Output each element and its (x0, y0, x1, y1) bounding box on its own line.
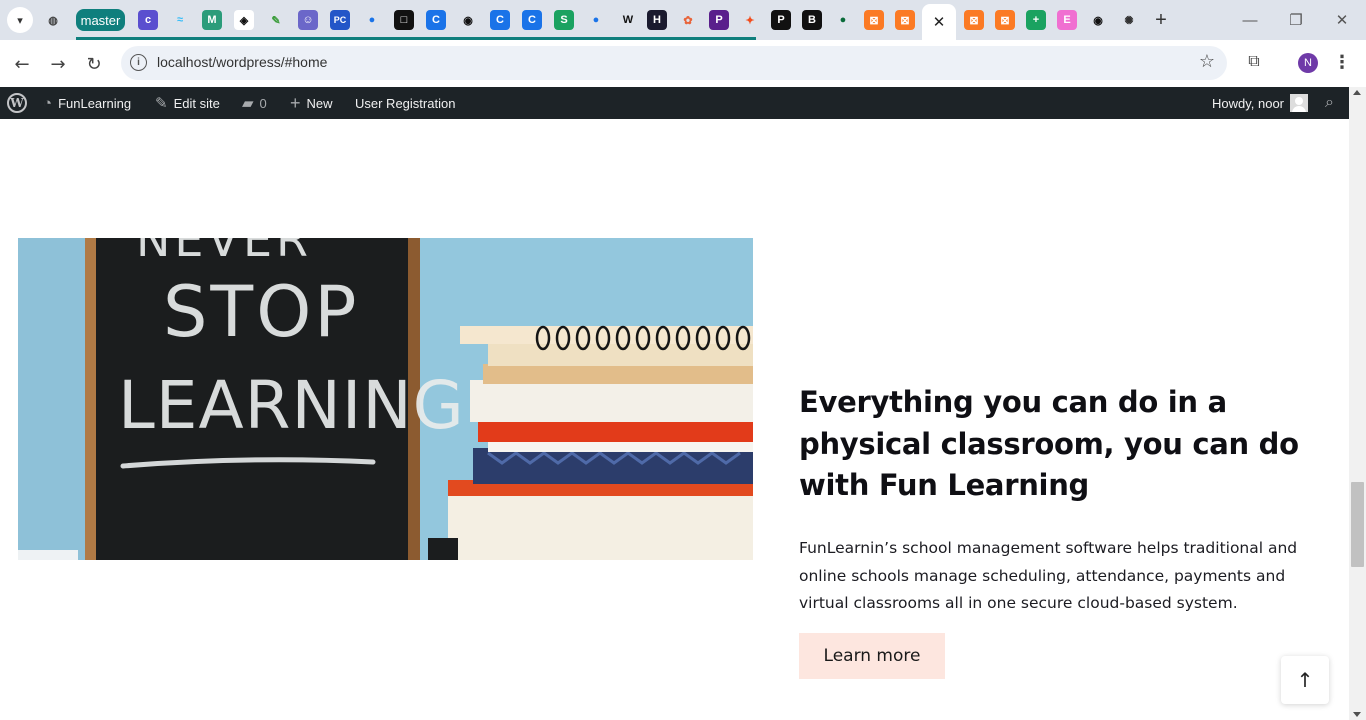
restore-icon[interactable]: ❐ (1284, 8, 1308, 32)
tab-search-chevron-icon[interactable]: ▾ (7, 7, 33, 33)
github-icon[interactable]: ◉ (458, 10, 478, 30)
openai-icon[interactable]: ✺ (1119, 10, 1139, 30)
new-label: New (306, 95, 333, 111)
sheets-icon[interactable]: + (1026, 10, 1046, 30)
scroll-to-top-arrow-icon[interactable]: ↑ (1281, 656, 1329, 704)
figma-icon[interactable]: ✦ (740, 10, 760, 30)
address-bar[interactable]: i localhost/wordpress/#home ☆ (121, 46, 1227, 80)
address-url[interactable]: localhost/wordpress/#home (157, 54, 327, 70)
comments-count: 0 (259, 95, 267, 111)
wikipedia-icon[interactable]: W (618, 10, 638, 30)
bookmark-star-icon[interactable]: ☆ (1199, 51, 1215, 72)
globe-icon[interactable]: ◍ (43, 10, 63, 30)
learn-more-button[interactable]: Learn more (799, 633, 945, 679)
bold-b-icon[interactable]: B (802, 10, 822, 30)
reload-icon[interactable]: ↻ (81, 51, 107, 77)
user-registration-label: User Registration (355, 95, 456, 111)
xampp-icon[interactable]: ⊠ (864, 10, 884, 30)
wp-comments[interactable]: ▰ 0 (242, 87, 267, 119)
vue-docs-icon[interactable]: M (202, 10, 222, 30)
comment-bubble-icon: ▰ (242, 95, 254, 112)
howdy-label: Howdy, noor (1212, 95, 1285, 111)
browser-toolbar: ← → ↻ i localhost/wordpress/#home ☆ (0, 40, 1366, 87)
brush-icon: ✎ (155, 95, 168, 112)
dashboard-gauge-icon: ◔ (43, 94, 53, 112)
blue-c-icon-3[interactable]: C (522, 10, 542, 30)
new-tab-plus-icon[interactable]: + (1150, 9, 1172, 31)
xampp-icon-3[interactable]: ⊠ (964, 10, 984, 30)
php-icon[interactable]: P (709, 10, 729, 30)
elementor-icon[interactable]: E (1057, 10, 1077, 30)
tailwind-icon[interactable]: ≈ (170, 10, 190, 30)
page-scrollbar[interactable] (1349, 87, 1366, 720)
blue-c-icon-2[interactable]: C (490, 10, 510, 30)
never-stop-learning-image: NEVER STOP LEARNING (18, 238, 753, 560)
section-description: FunLearnin’s school management software … (799, 539, 1298, 612)
blue-dot-icon[interactable]: ● (362, 10, 382, 30)
paypal-icon[interactable]: P (771, 10, 791, 30)
extensions-puzzle-icon[interactable]: ⧉ (1243, 50, 1265, 72)
wp-user-registration[interactable]: User Registration (355, 87, 455, 119)
wp-edit-site[interactable]: ✎ Edit site (155, 87, 220, 119)
codepen-icon[interactable]: ◈ (234, 10, 254, 30)
wp-site-name[interactable]: ◔ FunLearning (43, 87, 131, 119)
wp-admin-bar: W ◔ FunLearning ✎ Edit site ▰ 0 + New Us… (0, 87, 1349, 119)
edit-site-label: Edit site (173, 95, 220, 111)
active-tab-close-icon[interactable]: ✕ (922, 4, 956, 40)
github-icon-2[interactable]: ◉ (1088, 10, 1108, 30)
chalk-text-line-2: STOP (163, 271, 360, 353)
close-window-icon[interactable]: ✕ (1330, 8, 1354, 32)
scroll-up-arrow-icon[interactable] (1353, 90, 1361, 95)
browser-tab-strip: ▾ ◍ c ≈ M ◈ ✎ ☺ PC ● □ C ◉ C C S ● W H ✿ P ✦ P B ● ⊠ ⊠ ⊠ ⊠ + E ◉ ✺ mast… (0, 0, 1366, 40)
user-avatar (1290, 94, 1309, 112)
leaf-icon[interactable]: ✎ (266, 10, 286, 30)
tab-group-chip[interactable]: master (76, 9, 125, 31)
minimize-icon[interactable]: — (1238, 8, 1262, 32)
chalk-text-line-1: NEVER (136, 238, 312, 267)
section-heading: Everything you can do in a physical clas… (799, 385, 1299, 502)
xampp-icon-2[interactable]: ⊠ (895, 10, 915, 30)
xampp-icon-4[interactable]: ⊠ (995, 10, 1015, 30)
square-app-icon[interactable]: □ (394, 10, 414, 30)
wp-account-menu[interactable]: Howdy, noor (1212, 87, 1309, 119)
wp-search[interactable]: ⌕ (1325, 87, 1334, 119)
hero-illustration: NEVER STOP LEARNING (18, 238, 753, 560)
wordpress-logo-icon: W (7, 93, 27, 113)
scroll-down-arrow-icon[interactable] (1353, 712, 1361, 717)
bot-icon[interactable]: ● (833, 10, 853, 30)
forward-arrow-icon[interactable]: → (45, 51, 71, 77)
coolors-icon[interactable]: c (138, 10, 158, 30)
chalk-text-line-3: LEARNING (118, 367, 465, 444)
blue-dot-icon-2[interactable]: ● (586, 10, 606, 30)
site-info-icon[interactable]: i (130, 54, 147, 71)
mascot-icon[interactable]: ☺ (298, 10, 318, 30)
green-s-icon[interactable]: S (554, 10, 574, 30)
page-body: NEVER STOP LEARNING Everything you can d… (0, 119, 1349, 720)
wp-logo-menu[interactable]: W (7, 87, 27, 119)
profile-avatar[interactable]: N (1298, 53, 1318, 73)
octopus-icon[interactable]: ✿ (678, 10, 698, 30)
back-arrow-icon[interactable]: ← (9, 51, 35, 77)
blue-c-icon[interactable]: C (426, 10, 446, 30)
plus-icon: + (290, 92, 301, 113)
browser-menu-kebab-icon[interactable]: ⋮ (1333, 50, 1351, 74)
pc-icon[interactable]: PC (330, 10, 350, 30)
scrollbar-thumb[interactable] (1351, 482, 1364, 567)
search-icon: ⌕ (1325, 94, 1334, 111)
hackerrank-icon[interactable]: H (647, 10, 667, 30)
wp-new-content[interactable]: + New (290, 87, 333, 119)
site-name-label: FunLearning (58, 95, 132, 111)
